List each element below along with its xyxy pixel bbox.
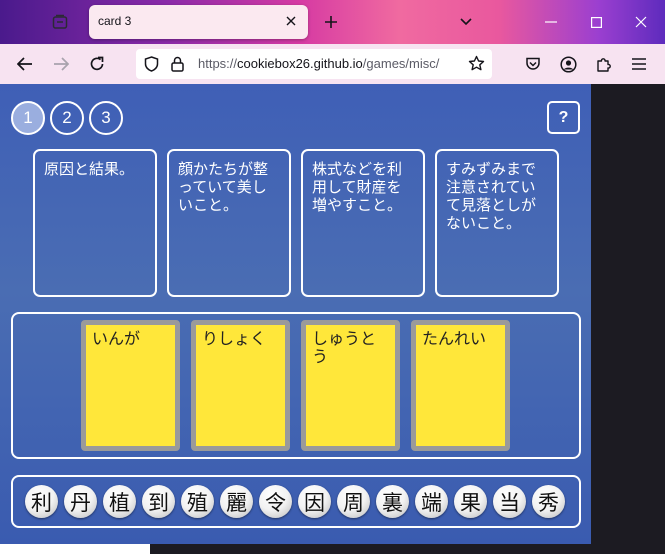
minimize-icon[interactable] (541, 12, 561, 32)
stage-3-button[interactable]: 3 (89, 101, 123, 135)
kanji-tile[interactable]: 利 (25, 485, 58, 518)
tab-bar: card 3 (0, 0, 665, 44)
new-tab-icon[interactable] (321, 12, 341, 32)
lock-icon[interactable] (171, 56, 184, 76)
close-tab-icon[interactable] (283, 13, 299, 29)
back-arrow-icon[interactable] (14, 53, 36, 75)
kanji-tile[interactable]: 秀 (532, 485, 565, 518)
reading-card-4[interactable]: たんれい (411, 320, 510, 451)
kanji-tile[interactable]: 裏 (376, 485, 409, 518)
url-text: https://cookiebox26.github.io/games/misc… (198, 56, 460, 71)
maximize-icon[interactable] (586, 12, 606, 32)
meaning-card-4: すみずみまで注意されていて見落としがないこと。 (435, 149, 559, 297)
navigation-toolbar: https://cookiebox26.github.io/games/misc… (0, 44, 665, 84)
url-scheme: https:// (198, 56, 238, 71)
account-icon[interactable] (557, 53, 579, 75)
game-area: 1 2 3 ? 原因と結果。 顔かたちが整っていて美しいこと。 株式などを利用し… (0, 84, 591, 544)
stage-2-button[interactable]: 2 (50, 101, 84, 135)
address-bar[interactable]: https://cookiebox26.github.io/games/misc… (136, 49, 492, 79)
bookmark-star-icon[interactable] (468, 55, 485, 76)
url-path: /games/misc/ (362, 56, 440, 71)
url-host: cookiebox26.github.io (237, 56, 363, 71)
pocket-icon[interactable] (522, 53, 544, 75)
help-button[interactable]: ? (547, 101, 580, 134)
kanji-tile[interactable]: 果 (454, 485, 487, 518)
kanji-tile[interactable]: 端 (415, 485, 448, 518)
kanji-tile[interactable]: 当 (493, 485, 526, 518)
meaning-card-1: 原因と結果。 (33, 149, 157, 297)
kanji-tile[interactable]: 令 (259, 485, 292, 518)
kanji-tile[interactable]: 殖 (181, 485, 214, 518)
stage-1-button[interactable]: 1 (11, 101, 45, 135)
hamburger-menu-icon[interactable] (628, 53, 650, 75)
active-tab[interactable]: card 3 (89, 5, 308, 39)
kanji-tile[interactable]: 丹 (64, 485, 97, 518)
kanji-tile[interactable]: 周 (337, 485, 370, 518)
firefox-view-icon[interactable] (50, 12, 70, 32)
list-all-tabs-chevron-down-icon[interactable] (457, 13, 475, 31)
meaning-card-2: 顔かたちが整っていて美しいこと。 (167, 149, 291, 297)
forward-arrow-icon[interactable] (50, 53, 72, 75)
extensions-puzzle-icon[interactable] (593, 53, 615, 75)
kanji-tile[interactable]: 麗 (220, 485, 253, 518)
page-background-strip (0, 544, 150, 554)
kanji-tile[interactable]: 因 (298, 485, 331, 518)
reload-icon[interactable] (86, 53, 108, 75)
reading-card-1[interactable]: いんが (81, 320, 180, 451)
kanji-tile[interactable]: 到 (142, 485, 175, 518)
kanji-tile[interactable]: 植 (103, 485, 136, 518)
tab-title: card 3 (98, 14, 132, 28)
close-window-icon[interactable] (631, 12, 651, 32)
meaning-card-3: 株式などを利用して財産を増やすこと。 (301, 149, 425, 297)
reading-card-2[interactable]: りしょく (191, 320, 290, 451)
reading-card-3[interactable]: しゅうとう (301, 320, 400, 451)
tracking-shield-icon[interactable] (144, 56, 159, 76)
